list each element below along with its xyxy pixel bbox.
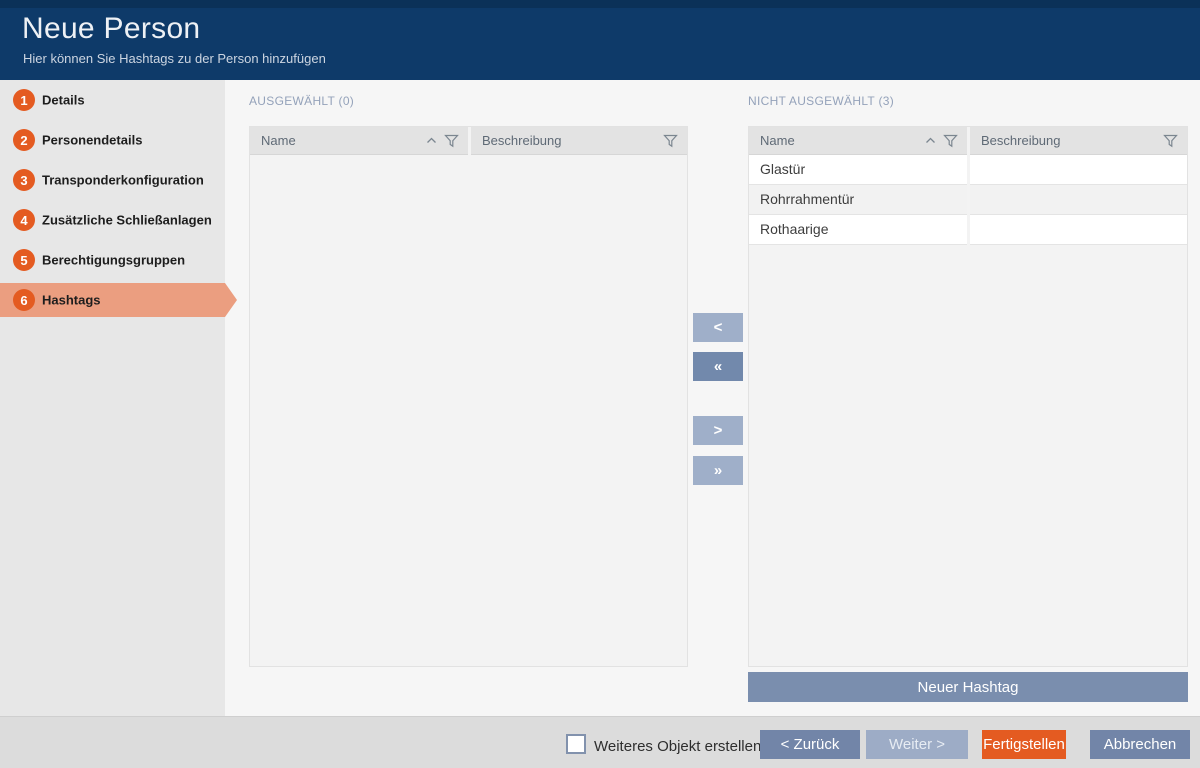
cell-description (970, 185, 1187, 215)
page-title: Neue Person (22, 12, 200, 46)
cell-name: Rohrrahmentür (749, 185, 967, 215)
selected-table: Name Beschreibung (249, 126, 688, 667)
column-header-label: Beschreibung (981, 133, 1061, 148)
sidebar-step-berechtigungsgruppen[interactable]: 5 Berechtigungsgruppen (0, 240, 225, 280)
cell-name: Rothaarige (749, 215, 967, 245)
table-row-rothaarige[interactable]: Rothaarige (749, 215, 1187, 245)
step-label: Personendetails (42, 133, 142, 148)
filter-icon[interactable] (1163, 134, 1178, 148)
finish-button-label: Fertigstellen (983, 736, 1065, 753)
wizard-footer: Weiteres Objekt erstellen < Zurück Weite… (0, 716, 1200, 768)
step-number-badge: 2 (13, 129, 35, 151)
cancel-button-label: Abbrechen (1104, 736, 1177, 753)
step-number-badge: 5 (13, 249, 35, 271)
column-header-label: Beschreibung (482, 133, 562, 148)
back-button-label: < Zurück (781, 736, 840, 753)
table-row-rohrrahmentuer[interactable]: Rohrrahmentür (749, 185, 1187, 215)
page-subtitle: Hier können Sie Hashtags zu der Person h… (23, 51, 326, 66)
sidebar-step-hashtags-active[interactable]: 6 Hashtags (0, 283, 225, 317)
column-header-name[interactable]: Name (749, 127, 967, 155)
sidebar-step-personendetails[interactable]: 2 Personendetails (0, 120, 225, 160)
create-another-label: Weiteres Objekt erstellen (594, 738, 761, 755)
column-header-beschreibung[interactable]: Beschreibung (970, 127, 1187, 155)
next-button-label: Weiter > (889, 736, 945, 753)
double-chevron-right-icon: » (714, 462, 722, 479)
create-another-checkbox[interactable] (566, 734, 586, 754)
chevron-left-icon: < (714, 319, 723, 336)
new-hashtag-button[interactable]: Neuer Hashtag (748, 672, 1188, 702)
cell-description (970, 155, 1187, 185)
back-button[interactable]: < Zurück (760, 730, 860, 759)
step-label: Zusätzliche Schließanlagen (42, 213, 212, 228)
new-hashtag-button-label: Neuer Hashtag (918, 679, 1019, 696)
sort-ascending-icon (925, 137, 936, 144)
move-all-left-button[interactable]: « (693, 352, 743, 381)
column-header-label: Name (261, 133, 296, 148)
cell-description (970, 215, 1187, 245)
unselected-count-label: NICHT AUSGEWÄHLT (3) (748, 94, 894, 108)
move-left-button[interactable]: < (693, 313, 743, 342)
step-number-badge: 4 (13, 209, 35, 231)
step-number-badge: 6 (13, 289, 35, 311)
step-label: Hashtags (42, 293, 101, 308)
selected-table-header: Name Beschreibung (250, 127, 687, 155)
sidebar-step-zusaetzliche-schliessanlagen[interactable]: 4 Zusätzliche Schließanlagen (0, 200, 225, 240)
step-label: Berechtigungsgruppen (42, 253, 185, 268)
finish-button[interactable]: Fertigstellen (982, 730, 1066, 759)
table-row-glastuer[interactable]: Glastür (749, 155, 1187, 185)
filter-icon[interactable] (444, 134, 459, 148)
cancel-button[interactable]: Abbrechen (1090, 730, 1190, 759)
filter-icon[interactable] (943, 134, 958, 148)
selected-count-label: AUSGEWÄHLT (0) (249, 94, 354, 108)
double-chevron-left-icon: « (714, 358, 722, 375)
column-header-label: Name (760, 133, 795, 148)
unselected-table-header: Name Beschreibung (749, 127, 1187, 155)
step-number-badge: 3 (13, 169, 35, 191)
filter-icon[interactable] (663, 134, 678, 148)
next-button[interactable]: Weiter > (866, 730, 968, 759)
cell-name: Glastür (749, 155, 967, 185)
wizard-step-sidebar: 1 Details 2 Personendetails 3 Transponde… (0, 80, 225, 716)
unselected-table: Name Beschreibung Glastür Rohrrahmentür (748, 126, 1188, 667)
column-header-name[interactable]: Name (250, 127, 468, 155)
step-label: Details (42, 93, 85, 108)
header-top-strip (0, 0, 1200, 8)
chevron-right-icon: > (714, 422, 723, 439)
move-all-right-button[interactable]: » (693, 456, 743, 485)
sidebar-step-transponderkonfiguration[interactable]: 3 Transponderkonfiguration (0, 160, 225, 200)
sort-ascending-icon (426, 137, 437, 144)
step-number-badge: 1 (13, 89, 35, 111)
step-label: Transponderkonfiguration (42, 173, 204, 188)
move-right-button[interactable]: > (693, 416, 743, 445)
sidebar-step-details[interactable]: 1 Details (0, 80, 225, 120)
column-header-beschreibung[interactable]: Beschreibung (471, 127, 687, 155)
wizard-header: Neue Person Hier können Sie Hashtags zu … (0, 0, 1200, 80)
